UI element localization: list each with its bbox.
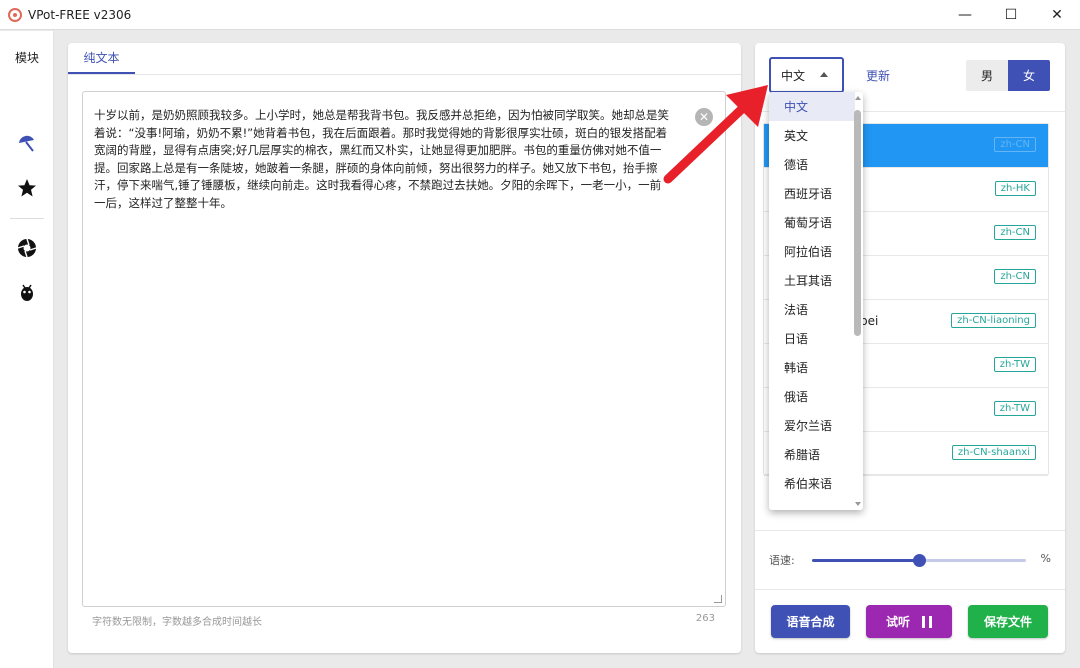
voice-locale-tag: zh-CN-shaanxi [951, 445, 1036, 460]
dropdown-option[interactable]: 阿拉伯语 [769, 237, 855, 266]
gender-male-button[interactable]: 男 [966, 60, 1008, 91]
voice-locale-tag: zh-TW [993, 401, 1036, 416]
language-select-value: 中文 [781, 68, 806, 83]
dropdown-option[interactable]: 西班牙语 [769, 179, 855, 208]
dropdown-scrollbar[interactable] [854, 96, 861, 506]
save-file-button[interactable]: 保存文件 [968, 605, 1048, 638]
dropdown-option[interactable]: 爱尔兰语 [769, 411, 855, 440]
refresh-button[interactable]: 更新 [866, 67, 890, 84]
dropdown-option[interactable]: 葡萄牙语 [769, 208, 855, 237]
dropdown-option[interactable]: 希伯来语 [769, 469, 855, 498]
sidebar-title: 模块 [14, 51, 39, 65]
resize-handle-icon[interactable] [714, 595, 722, 603]
speed-slider-fill [812, 559, 919, 562]
star-icon[interactable] [16, 177, 38, 199]
title-bar: VPot-FREE v2306 — ☐ ✕ [0, 0, 1080, 30]
voice-locale-tag: zh-CN [994, 269, 1036, 284]
umbrella-icon[interactable] [16, 133, 38, 155]
scroll-down-icon[interactable] [855, 502, 861, 506]
char-count: 263 [695, 613, 715, 624]
voice-locale-tag: zh-HK [994, 181, 1036, 196]
dropdown-option[interactable]: 俄语 [769, 382, 855, 411]
voice-locale-tag: zh-CN-liaoning [951, 313, 1036, 328]
text-hint: 字符数无限制，字数越多合成时间越长 [92, 617, 262, 628]
panel-divider [755, 530, 1065, 531]
listen-button[interactable]: 试听 [866, 605, 952, 638]
app-logo-icon [8, 7, 22, 22]
language-dropdown: 中文 英文 德语 西班牙语 葡萄牙语 阿拉伯语 土耳其语 法语 日语 韩语 俄语… [769, 92, 863, 510]
gender-toggle: 男 女 [966, 60, 1050, 91]
caret-up-icon [820, 72, 828, 77]
voice-locale-tag: zh-CN [994, 137, 1036, 152]
dropdown-option[interactable]: 法语 [769, 295, 855, 324]
text-panel: 纯文本 十岁以前，是奶奶照顾我较多。上小学时，她总是帮我背书包。我反感并总拒绝，… [68, 43, 741, 653]
scrollbar-thumb[interactable] [854, 110, 861, 336]
tab-plain-text[interactable]: 纯文本 [68, 43, 135, 74]
speed-unit: % [1040, 552, 1051, 565]
dropdown-option[interactable]: 土耳其语 [769, 266, 855, 295]
tab-bar-divider [68, 74, 741, 75]
speed-label: 语速: [769, 554, 795, 567]
scroll-up-icon[interactable] [855, 96, 861, 100]
synthesize-button[interactable]: 语音合成 [771, 605, 850, 638]
window-controls: — ☐ ✕ [942, 0, 1080, 30]
maximize-button[interactable]: ☐ [988, 0, 1034, 30]
dropdown-option[interactable]: 英文 [769, 121, 855, 150]
dropdown-option[interactable]: 德语 [769, 150, 855, 179]
close-button[interactable]: ✕ [1034, 0, 1080, 30]
text-content[interactable]: 十岁以前，是奶奶照顾我较多。上小学时，她总是帮我背书包。我反感并总拒绝，因为怕被… [94, 107, 672, 213]
pause-icon [922, 615, 932, 628]
dropdown-option[interactable]: 日语 [769, 324, 855, 353]
speed-slider-thumb[interactable] [913, 554, 926, 567]
bug-icon[interactable] [16, 281, 38, 303]
text-input[interactable]: 十岁以前，是奶奶照顾我较多。上小学时，她总是帮我背书包。我反感并总拒绝，因为怕被… [82, 91, 726, 607]
gender-female-button[interactable]: 女 [1008, 60, 1050, 91]
shutter-icon[interactable] [16, 237, 38, 259]
panel-divider [755, 589, 1065, 590]
voice-locale-tag: zh-CN [994, 225, 1036, 240]
clear-text-icon[interactable]: ✕ [695, 108, 713, 126]
dropdown-option[interactable]: 希腊语 [769, 440, 855, 469]
dropdown-option[interactable]: 中文 [769, 92, 855, 121]
dropdown-option[interactable]: 韩语 [769, 353, 855, 382]
sidebar: 模块 [0, 31, 54, 668]
minimize-button[interactable]: — [942, 0, 988, 30]
sidebar-divider [10, 218, 44, 219]
listen-button-label: 试听 [885, 615, 910, 629]
speed-slider[interactable] [812, 554, 1026, 567]
window-title: VPot-FREE v2306 [28, 7, 132, 22]
language-select[interactable]: 中文 [769, 57, 844, 93]
voice-locale-tag: zh-TW [993, 357, 1036, 372]
